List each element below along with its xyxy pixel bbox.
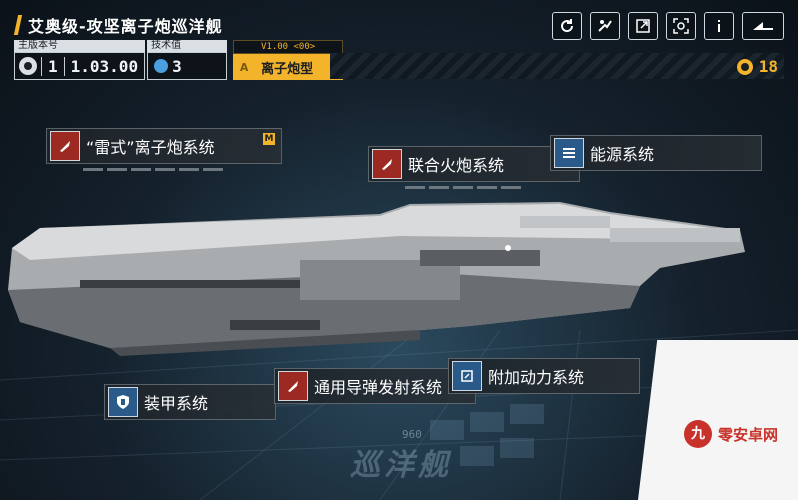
tech-label: 技术值	[147, 40, 228, 52]
module-badge: M	[263, 133, 275, 145]
version-minor: 1.03.00	[63, 56, 144, 76]
system-aux-power[interactable]: 附加动力系统	[448, 358, 640, 394]
tech-value-box: 3	[147, 52, 228, 80]
system-label: 装甲系统	[144, 394, 209, 413]
view-button[interactable]	[666, 12, 696, 40]
version-icon	[19, 57, 37, 75]
missile-icon	[372, 149, 402, 179]
version-label: 主版本号	[14, 40, 146, 52]
system-level-bar	[405, 186, 521, 189]
currency-value: 18	[758, 57, 778, 76]
version-major: 1	[41, 56, 64, 76]
back-icon	[753, 22, 773, 30]
system-ion-cannon[interactable]: “雷式”离子炮系统 M	[46, 128, 282, 171]
system-label: 附加动力系统	[488, 368, 585, 387]
system-energy[interactable]: 能源系统	[550, 135, 762, 171]
ship-class-label: 巡洋舰	[350, 448, 452, 483]
system-label: “雷式”离子炮系统	[86, 138, 215, 157]
transfer-button[interactable]	[590, 12, 620, 40]
watermark-logo: 九	[683, 420, 712, 448]
coin-icon	[736, 58, 753, 75]
type-letter: A	[239, 60, 249, 74]
tech-block: 技术值 3	[147, 40, 228, 80]
list-icon	[554, 138, 584, 168]
back-button[interactable]	[742, 12, 784, 40]
watermark-text: 零安卓网	[717, 425, 778, 444]
system-label: 联合火炮系统	[408, 156, 505, 175]
view-icon	[673, 18, 689, 34]
system-level-bar	[83, 168, 223, 171]
tech-icon	[154, 59, 169, 73]
type-value: 离子炮型	[261, 61, 314, 77]
info-button[interactable]	[704, 12, 734, 40]
type-value-box: A 离子炮型	[233, 54, 344, 80]
refresh-icon	[561, 19, 574, 33]
missile-icon	[50, 131, 80, 161]
external-button[interactable]	[628, 12, 658, 40]
tech-value: 3	[172, 56, 182, 76]
ship-stats: 主版本号 1 1.03.00 技术值 3 V1.00 <00> A 离子炮型	[14, 40, 345, 82]
system-label: 通用导弹发射系统	[314, 378, 443, 397]
title-bar: 艾奥级-攻坚离子炮巡洋舰	[0, 12, 223, 38]
title-accent	[13, 15, 23, 35]
currency-display: 18	[736, 57, 778, 76]
info-icon	[718, 20, 720, 32]
transfer-icon	[598, 20, 612, 32]
page-title: 艾奥级-攻坚离子炮巡洋舰	[28, 17, 223, 36]
stripe-bar	[330, 53, 784, 79]
missile-icon	[278, 371, 308, 401]
system-label: 能源系统	[590, 145, 655, 164]
version-block: 主版本号 1 1.03.00	[14, 40, 146, 80]
type-version: V1.00 <00>	[233, 40, 344, 54]
power-icon	[452, 361, 482, 391]
system-armor[interactable]: 装甲系统	[104, 384, 276, 420]
external-icon	[636, 19, 650, 33]
system-missile-launcher[interactable]: 通用导弹发射系统	[274, 368, 476, 404]
system-joint-cannon[interactable]: 联合火炮系统	[368, 146, 580, 189]
watermark: 九 零安卓网	[683, 420, 778, 448]
shield-icon	[108, 387, 138, 417]
toolbar	[552, 12, 784, 40]
type-block[interactable]: V1.00 <00> A 离子炮型	[233, 40, 344, 80]
version-value: 1 1.03.00	[14, 52, 146, 80]
refresh-button[interactable]	[552, 12, 582, 40]
